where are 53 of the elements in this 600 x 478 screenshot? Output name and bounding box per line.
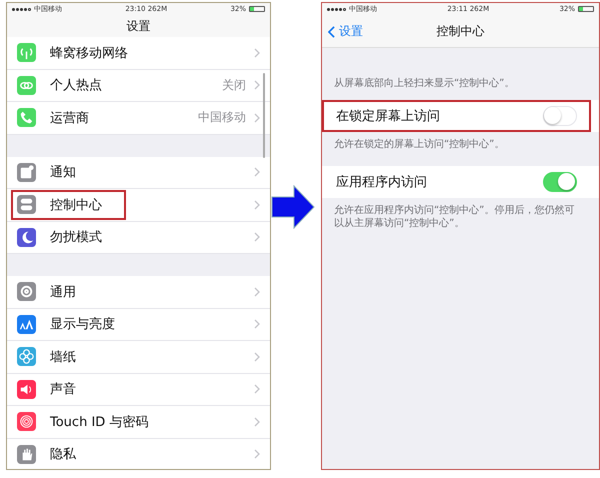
settings-row[interactable]: 运营商 中国移动 [7, 102, 270, 134]
battery-icon [578, 6, 594, 12]
row-value: 关闭 [222, 76, 246, 94]
row-label: 个人热点 [50, 77, 102, 94]
chevron-icon [254, 286, 260, 297]
screen-title: 控制中心 [436, 22, 484, 40]
row-label: 墙纸 [50, 348, 76, 366]
settings-row[interactable]: 个人热点 关闭 [7, 70, 270, 102]
chevron-icon [254, 352, 260, 362]
setting-note: 允许在应用程序内访问“控制中心”。停用后，您仍然可以从主屏幕访问“控制中心”。 [333, 204, 576, 231]
settings-row[interactable]: 蜂窝移动网络 [7, 37, 270, 70]
chevron-icon [254, 319, 260, 330]
settings-row[interactable]: 隐私 [7, 438, 270, 469]
arrow-icon [271, 185, 315, 229]
settings-row[interactable]: 显示与亮度 [7, 308, 270, 341]
chevron-icon [254, 80, 260, 90]
row-label: 勿扰模式 [50, 229, 102, 246]
row-label: 显示与亮度 [50, 316, 115, 334]
setting-label: 在锁定屏幕上访问 [336, 108, 440, 125]
chevron-icon [254, 232, 260, 242]
setting-note: 允许在锁定的屏幕上访问“控制中心”。 [333, 138, 506, 152]
row-value: 中国移动 [198, 109, 246, 126]
chevron-icon [254, 449, 260, 460]
signal-icon [12, 8, 31, 10]
battery-icon [249, 6, 265, 12]
chevron-icon [254, 384, 260, 394]
chevron-icon [254, 416, 260, 427]
settings-row[interactable]: 通知 [7, 156, 270, 189]
settings-row[interactable]: 勿扰模式 [7, 222, 270, 254]
settings-row[interactable]: Touch ID 与密码 [7, 406, 270, 438]
row-label: 声音 [50, 381, 76, 398]
settings-row[interactable]: 控制中心 [7, 189, 270, 222]
row-label: 通用 [50, 284, 76, 301]
row-label: 通知 [50, 164, 76, 182]
section-description: 从屏幕底部向上轻扫来显示“控制中心”。 [333, 76, 516, 91]
screen-title: 设置 [126, 18, 150, 34]
row-label: 运营商 [50, 110, 89, 127]
settings-row[interactable]: 通用 [7, 276, 270, 308]
chevron-icon [254, 167, 260, 178]
back-chevron-icon [328, 26, 335, 38]
settings-row[interactable]: 声音 [7, 374, 270, 406]
row-label: 控制中心 [50, 196, 102, 214]
back-link[interactable]: 设置 [328, 23, 363, 40]
signal-icon [327, 8, 346, 10]
toggle-switch[interactable] [543, 172, 577, 192]
row-label: 蜂窝移动网络 [50, 44, 128, 62]
settings-row[interactable]: 墙纸 [7, 341, 270, 374]
row-label: 隐私 [50, 446, 76, 464]
chevron-icon [254, 112, 260, 123]
chevron-icon [254, 48, 260, 58]
setting-label: 应用程序内访问 [336, 174, 427, 190]
row-label: Touch ID 与密码 [50, 414, 148, 431]
chevron-icon [254, 200, 260, 210]
